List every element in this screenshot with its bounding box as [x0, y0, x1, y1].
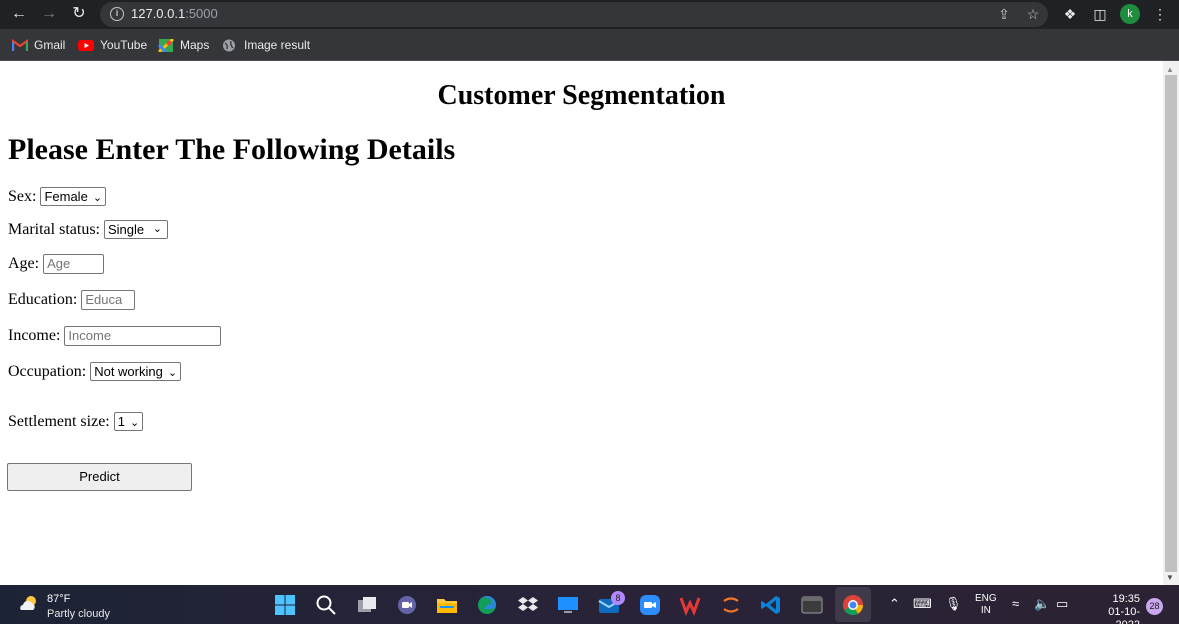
settlement-select[interactable]: 1 ⌄ [113, 412, 144, 431]
age-label: Age: [8, 255, 40, 272]
notification-badge[interactable]: 28 [1146, 598, 1163, 615]
marital-row: Marital status: Single ⌄ [8, 220, 168, 239]
volume-icon[interactable]: 🔈 [1034, 596, 1050, 612]
url-host: 127.0.0.1 [131, 6, 186, 21]
predict-button[interactable]: Predict [7, 463, 192, 491]
bookmark-star-icon[interactable]: ☆ [1024, 5, 1042, 23]
bookmark-youtube[interactable]: YouTube [78, 36, 147, 54]
mail-unread-badge: 8 [611, 591, 625, 605]
clock-time: 19:35 [1112, 593, 1140, 605]
bookmark-gmail[interactable]: Gmail [12, 36, 65, 54]
settlement-select-value: 1 [117, 414, 125, 429]
scroll-down-arrow-icon[interactable]: ▼ [1166, 573, 1174, 582]
settlement-row: Settlement size: 1 ⌄ [8, 412, 144, 431]
system-clock[interactable]: 19:35 01-10-2022 [1086, 593, 1140, 624]
side-panel-icon[interactable]: ◫ [1090, 4, 1110, 24]
sex-label: Sex: [8, 187, 37, 205]
microphone-icon[interactable]: 🎙 [945, 596, 962, 612]
weather-temperature[interactable]: 87°F [47, 593, 70, 605]
scroll-up-arrow-icon[interactable]: ▲ [1166, 65, 1174, 74]
menu-kebab-icon[interactable]: ⋮ [1150, 4, 1170, 24]
task-view-icon[interactable] [355, 593, 379, 617]
forward-arrow-icon[interactable]: → [39, 4, 59, 24]
occupation-select[interactable]: Not working ⌄ [90, 362, 182, 381]
bookmarks-bar: Gmail YouTube Maps Image result [0, 29, 1179, 61]
zoom-icon[interactable] [638, 593, 662, 617]
back-arrow-icon[interactable]: ← [9, 4, 29, 24]
bookmark-maps[interactable]: Maps [158, 36, 209, 54]
chevron-down-icon: ⌄ [129, 417, 140, 429]
chevron-down-icon: ⌄ [152, 223, 162, 235]
show-hidden-icons-chevron-icon[interactable]: ⌃ [889, 596, 900, 612]
wps-office-icon[interactable] [678, 593, 702, 617]
profile-avatar[interactable]: k [1120, 4, 1140, 24]
file-explorer-icon[interactable] [435, 593, 459, 617]
wifi-icon[interactable]: ≈ [1012, 596, 1019, 612]
extensions-puzzle-icon[interactable]: ❖ [1060, 4, 1080, 24]
weather-description[interactable]: Partly cloudy [47, 608, 110, 620]
address-bar[interactable]: i 127.0.0.1:5000 ⇪ ☆ [100, 2, 1048, 27]
occupation-label: Occupation: [8, 362, 87, 380]
form-heading: Please Enter The Following Details [8, 133, 456, 166]
input-language[interactable]: ENG IN [975, 593, 997, 617]
dropbox-icon[interactable] [516, 593, 540, 617]
chrome-icon[interactable] [841, 593, 865, 617]
occupation-row: Occupation: Not working ⌄ [8, 362, 182, 381]
partly-cloudy-icon[interactable] [18, 594, 40, 612]
income-input[interactable]: Income [64, 326, 222, 346]
windows-start-icon[interactable] [273, 593, 297, 617]
scrollbar-thumb[interactable] [1165, 75, 1177, 572]
edge-browser-icon[interactable] [475, 593, 499, 617]
bookmark-label: YouTube [100, 38, 148, 52]
info-icon[interactable]: i [110, 7, 124, 21]
bookmark-label: Gmail [34, 38, 66, 52]
age-row: Age: Age [8, 254, 105, 274]
sex-row: Sex: Female ⌄ [8, 187, 107, 206]
share-icon[interactable]: ⇪ [995, 5, 1013, 23]
occupation-select-value: Not working [94, 364, 163, 379]
teams-chat-icon[interactable] [395, 593, 419, 617]
education-input[interactable]: Educa [81, 290, 136, 310]
url-text: 127.0.0.1:5000 [131, 6, 218, 21]
clock-date: 01-10-2022 [1108, 606, 1140, 624]
reload-icon[interactable]: ↻ [69, 4, 89, 24]
youtube-icon [78, 39, 94, 51]
chevron-down-icon: ⌄ [167, 367, 178, 379]
url-port: :5000 [185, 6, 218, 21]
education-row: Education: Educa [8, 290, 136, 310]
settlement-label: Settlement size: [8, 412, 110, 430]
education-label: Education: [8, 291, 78, 308]
age-input[interactable]: Age [43, 254, 105, 274]
battery-icon[interactable]: ▭ [1056, 596, 1068, 612]
language-code: ENG [975, 593, 997, 604]
windows-taskbar: 87°F Partly cloudy 8 ⌃ ⌨ 🎙 ENG IN ≈ 🔈 ▭ … [0, 585, 1179, 624]
browser-toolbar: ← → ↻ i 127.0.0.1:5000 ⇪ ☆ ❖ ◫ k ⋮ [0, 0, 1179, 29]
keyboard-icon[interactable]: ⌨ [913, 596, 932, 612]
sex-select-value: Female [44, 189, 88, 204]
marital-select[interactable]: Single ⌄ [103, 220, 168, 239]
remote-desktop-icon[interactable] [556, 593, 580, 617]
sex-select[interactable]: Female ⌄ [40, 187, 107, 206]
gmail-icon [12, 38, 28, 51]
marital-select-value: Single [107, 222, 145, 237]
income-row: Income: Income [8, 326, 222, 346]
language-region: IN [980, 605, 991, 616]
page-scrollbar[interactable]: ▲ ▼ [1163, 61, 1179, 585]
maps-icon [158, 38, 174, 52]
page-content: Customer Segmentation Please Enter The F… [0, 61, 1163, 585]
bookmark-label: Maps [180, 38, 210, 52]
income-label: Income: [8, 327, 61, 344]
jupyter-icon[interactable] [719, 593, 743, 617]
vscode-icon[interactable] [759, 593, 783, 617]
chevron-down-icon: ⌄ [92, 192, 103, 204]
search-icon[interactable] [314, 593, 338, 617]
globe-icon [223, 39, 235, 51]
bookmark-label: Image result [244, 38, 311, 52]
terminal-icon[interactable] [800, 593, 824, 617]
bookmark-image-result[interactable]: Image result [222, 36, 310, 54]
marital-label: Marital status: [8, 220, 100, 238]
page-title: Customer Segmentation [437, 80, 726, 111]
